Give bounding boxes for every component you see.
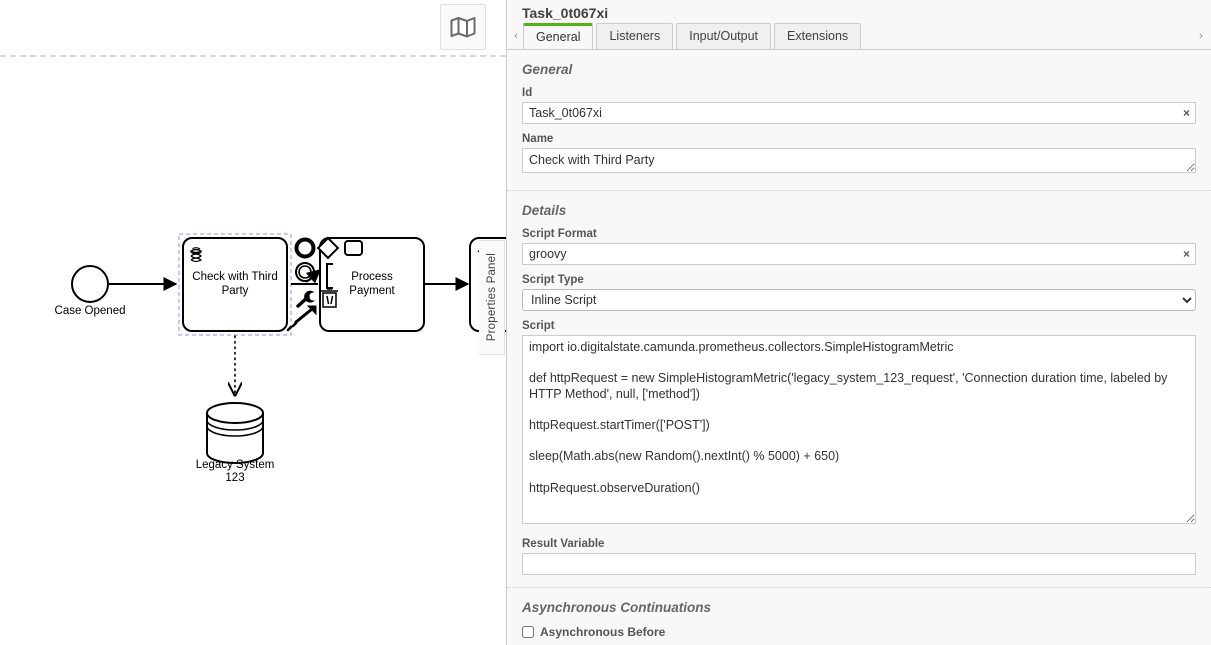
- script-format-label: Script Format: [522, 228, 597, 240]
- app-root: Case Opened Check with Third Party Legac…: [0, 0, 1211, 645]
- group-async: Asynchronous Continuations Asynchronous …: [507, 588, 1211, 645]
- trash-icon[interactable]: [321, 288, 338, 308]
- panel-tabs: General Listeners Input/Output Extension…: [523, 23, 864, 49]
- field-async-before: Asynchronous Before: [522, 625, 1196, 639]
- async-before-checkbox[interactable]: [522, 626, 534, 638]
- name-label: Name: [522, 133, 554, 145]
- script-label: Script: [522, 320, 555, 332]
- data-store-label-line1: Legacy System: [196, 459, 275, 471]
- bpmn-canvas[interactable]: Case Opened Check with Third Party Legac…: [0, 0, 506, 645]
- field-script-type: Script Type Inline Script External Resou…: [522, 274, 1196, 311]
- wrench-icon[interactable]: [296, 290, 316, 308]
- append-connection-icon[interactable]: [286, 305, 317, 332]
- tab-input-output[interactable]: Input/Output: [676, 23, 772, 49]
- data-store-shape[interactable]: [206, 402, 264, 464]
- script-format-input[interactable]: [522, 243, 1196, 265]
- start-event-shape[interactable]: [71, 265, 109, 303]
- panel-body: General Id × Name Check with Third Party…: [507, 50, 1211, 645]
- group-general-title: General: [522, 62, 573, 77]
- payment-task-label-line2: Payment: [349, 285, 395, 297]
- tab-scroll-left-button[interactable]: ‹: [509, 23, 523, 49]
- script-format-clear-button[interactable]: ×: [1183, 245, 1190, 263]
- script-task-label-line1: Check with Third: [192, 271, 277, 283]
- group-details-title: Details: [522, 203, 567, 218]
- tab-listeners[interactable]: Listeners: [596, 23, 674, 49]
- group-general: General Id × Name Check with Third Party: [507, 50, 1211, 191]
- script-task-label-line2: Party: [222, 285, 249, 297]
- group-details: Details Script Format × Script Type Inli…: [507, 191, 1211, 588]
- append-task-icon[interactable]: [344, 240, 363, 256]
- script-type-label: Script Type: [522, 274, 584, 286]
- properties-panel: Task_0t067xi ‹ General Listeners Input/O…: [506, 0, 1211, 645]
- result-variable-input[interactable]: [522, 553, 1196, 575]
- field-result-variable: Result Variable: [522, 538, 1196, 575]
- tab-general[interactable]: General: [523, 23, 594, 49]
- id-clear-button[interactable]: ×: [1183, 104, 1190, 122]
- append-end-event-icon[interactable]: [294, 237, 316, 259]
- bpmn-diagram: Case Opened Check with Third Party Legac…: [55, 233, 506, 484]
- result-variable-label: Result Variable: [522, 538, 605, 550]
- payment-task-label-line1: Process: [351, 271, 393, 283]
- async-before-label: Asynchronous Before: [540, 625, 666, 639]
- start-event-label: Case Opened: [55, 305, 126, 317]
- id-input[interactable]: [522, 102, 1196, 124]
- field-script: Script import io.digitalstate.camunda.pr…: [522, 320, 1196, 529]
- data-store-label-line2: 123: [225, 472, 244, 484]
- panel-title: Task_0t067xi: [522, 5, 609, 21]
- script-input[interactable]: import io.digitalstate.camunda.prometheu…: [522, 335, 1196, 524]
- properties-panel-toggle[interactable]: Properties Panel: [479, 240, 505, 355]
- field-name: Name Check with Third Party: [522, 133, 1196, 178]
- properties-panel-toggle-label: Properties Panel: [485, 253, 498, 342]
- tab-scroll-right-button[interactable]: ›: [1194, 23, 1208, 49]
- script-type-select[interactable]: Inline Script External Resource: [522, 289, 1196, 311]
- panel-tabbar: ‹ General Listeners Input/Output Extensi…: [507, 23, 1211, 50]
- id-label: Id: [522, 87, 533, 99]
- group-async-title: Asynchronous Continuations: [522, 600, 711, 615]
- field-script-format: Script Format ×: [522, 228, 1196, 265]
- name-input[interactable]: Check with Third Party: [522, 148, 1196, 173]
- field-id: Id ×: [522, 87, 1196, 124]
- tab-extensions[interactable]: Extensions: [774, 23, 862, 49]
